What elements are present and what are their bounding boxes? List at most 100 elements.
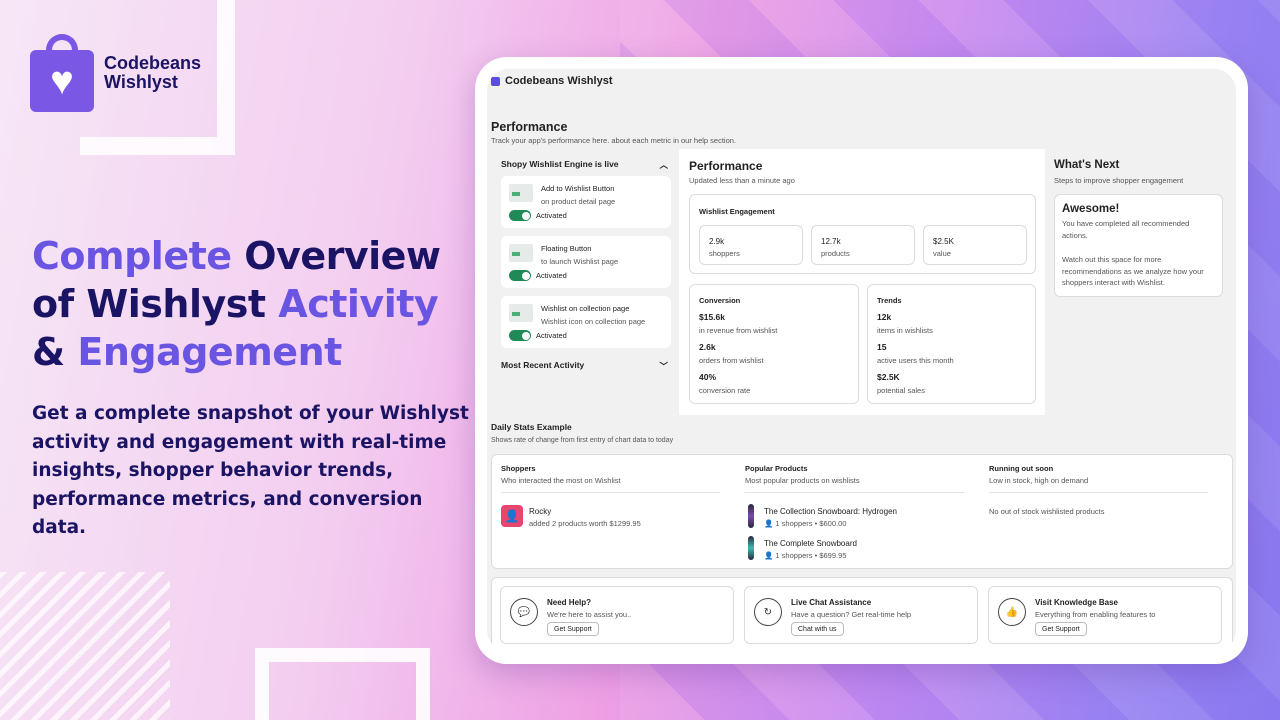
feature-toggle[interactable]	[509, 270, 531, 281]
conversion-title: Conversion	[699, 296, 741, 305]
shopper-note: added 2 products worth $1299.95	[529, 519, 641, 528]
snowboard-icon	[748, 536, 754, 560]
app-screen: Codebeans Wishlyst Performance Track you…	[487, 69, 1236, 652]
help-desc: We're here to assist you..	[547, 610, 632, 619]
whats-next-panel: What's Next Steps to improve shopper eng…	[1046, 149, 1233, 415]
knowledge-support-button[interactable]: Get Support	[1035, 622, 1087, 636]
conversion-label: in revenue from wishlist	[699, 326, 778, 335]
stat-value: $2.5K	[933, 237, 954, 246]
help-card: ↻ Live Chat Assistance Have a question? …	[744, 586, 978, 644]
trends-card: Trends 12k items in wishlists 15 active …	[867, 284, 1036, 404]
product-name[interactable]: The Collection Snowboard: Hydrogen	[764, 507, 897, 516]
stat-label: shoppers	[709, 249, 740, 258]
feature-desc: on product detail page	[541, 197, 616, 206]
feature-title: Add to Wishlist Button	[541, 184, 615, 193]
user-avatar-icon: 👤	[501, 505, 523, 527]
conversion-card: Conversion $15.6k in revenue from wishli…	[689, 284, 859, 404]
feature-toggle[interactable]	[509, 330, 531, 341]
feature-status: Activated	[536, 331, 567, 340]
stat-value: 2.9k	[709, 237, 725, 246]
headline-word: of Wishlyst	[32, 282, 266, 326]
headline-word: Overview	[244, 234, 441, 278]
conversion-value: 2.6k	[699, 342, 716, 352]
feature-thumbnail-icon	[509, 304, 533, 322]
feature-card: Floating Button to launch Wishlist page …	[501, 236, 671, 288]
trends-title: Trends	[877, 296, 902, 305]
feature-card: Wishlist on collection page Wishlist ico…	[501, 296, 671, 348]
popular-desc: Most popular products on wishlists	[745, 476, 860, 485]
feature-status: Activated	[536, 211, 567, 220]
popular-title: Popular Products	[745, 464, 808, 473]
trends-label: active users this month	[877, 356, 954, 365]
product-name[interactable]: The Complete Snowboard	[764, 539, 857, 548]
stat-tile: 12.7k products	[811, 225, 915, 265]
stat-label: products	[821, 249, 850, 258]
running-empty: No out of stock wishlisted products	[989, 507, 1105, 516]
chevron-down-icon[interactable]: ﹀	[659, 360, 668, 372]
conversion-label: conversion rate	[699, 386, 751, 395]
help-title: Live Chat Assistance	[791, 598, 872, 607]
recommendation-text: You have completed all recommended actio…	[1062, 219, 1190, 240]
help-card: 👍 Visit Knowledge Base Everything from e…	[988, 586, 1222, 644]
recent-activity-title: Most Recent Activity	[501, 360, 585, 370]
shoppers-title: Shoppers	[501, 464, 536, 473]
shoppers-column: Shoppers Who interacted the most on Wish…	[492, 455, 728, 568]
engagement-card: Wishlist Engagement 2.9k shoppers 12.7k …	[689, 194, 1036, 274]
feature-desc: Wishlist icon on collection page	[541, 317, 646, 326]
whats-next-subtitle: Steps to improve shopper engagement	[1054, 176, 1184, 185]
trends-value: 12k	[877, 312, 892, 322]
product-meta: 👤 1 shoppers • $600.00	[764, 519, 847, 528]
headline-word: Complete	[32, 234, 232, 278]
daily-stats-title: Daily Stats Example	[491, 422, 572, 432]
help-desc: Everything from enabling features to	[1035, 610, 1156, 619]
trends-value: 15	[877, 342, 887, 352]
popular-products-column: Popular Products Most popular products o…	[736, 455, 972, 568]
recommendation-title: Awesome!	[1062, 203, 1120, 215]
feature-desc: to launch Wishlist page	[541, 257, 619, 266]
headline: Complete Overview of Wishlyst Activity &…	[32, 232, 472, 376]
trends-label: items in wishlists	[877, 326, 933, 335]
performance-title: Performance	[689, 159, 763, 173]
chat-bubble-icon: 💬	[510, 598, 538, 626]
brand-name: Codebeans Wishlyst	[104, 54, 201, 92]
shoppers-desc: Who interacted the most on Wishlist	[501, 476, 621, 485]
brand-line2: Wishlyst	[104, 72, 178, 92]
daily-stats-subtitle: Shows rate of change from first entry of…	[491, 437, 674, 444]
headline-word: Activity	[278, 282, 439, 326]
thumbs-up-icon: 👍	[998, 598, 1026, 626]
feature-toggle[interactable]	[509, 210, 531, 221]
help-card: 💬 Need Help? We're here to assist you.. …	[500, 586, 734, 644]
help-title: Need Help?	[547, 598, 592, 607]
snowboard-icon	[748, 504, 754, 528]
get-support-button[interactable]: Get Support	[547, 622, 599, 636]
engine-live-header[interactable]: Shopy Wishlist Engine is live ︿	[501, 159, 668, 171]
headline-word: &	[32, 330, 65, 374]
help-title: Visit Knowledge Base	[1035, 598, 1118, 607]
conversion-value: 40%	[699, 372, 717, 382]
stat-tile: 2.9k shoppers	[699, 225, 803, 265]
recent-activity-header[interactable]: Most Recent Activity ﹀	[501, 360, 668, 372]
decor-frame-bottom	[255, 648, 430, 720]
stat-value: 12.7k	[821, 237, 841, 246]
help-desc: Have a question? Get real-time help	[791, 610, 912, 619]
running-desc: Low in stock, high on demand	[989, 476, 1089, 485]
help-section: 💬 Need Help? We're here to assist you.. …	[491, 577, 1233, 652]
performance-panel: Performance Updated less than a minute a…	[679, 149, 1045, 415]
live-chat-icon: ↻	[754, 598, 782, 626]
subheadline: Get a complete snapshot of your Wishlyst…	[32, 403, 469, 538]
app-name: Codebeans Wishlyst	[505, 75, 613, 87]
feature-status: Activated	[536, 271, 567, 280]
app-bar: Codebeans Wishlyst	[487, 69, 1236, 93]
trends-label: potential sales	[877, 386, 925, 395]
shopper-name[interactable]: Rocky	[529, 507, 551, 516]
chat-with-us-button[interactable]: Chat with us	[791, 622, 844, 636]
feature-thumbnail-icon	[509, 184, 533, 202]
engine-status-panel: Shopy Wishlist Engine is live ︿ Add to W…	[491, 149, 678, 415]
app-icon	[491, 76, 500, 86]
brand-logo: ♥ Codebeans Wishlyst	[30, 34, 201, 112]
whats-next-title: What's Next	[1054, 159, 1120, 171]
performance-updated: Updated less than a minute ago	[689, 176, 795, 185]
stat-tile: $2.5K value	[923, 225, 1027, 265]
page-subtitle: Track your app's performance here. about…	[491, 136, 737, 145]
chevron-up-icon[interactable]: ︿	[659, 159, 668, 171]
